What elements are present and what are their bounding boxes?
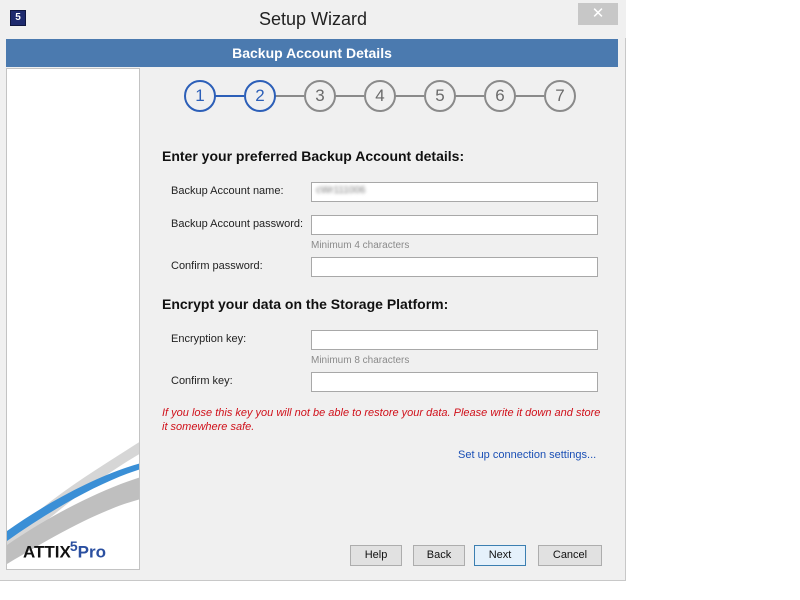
- close-button[interactable]: ✕: [578, 3, 618, 25]
- confirm-key-label: Confirm key:: [171, 375, 233, 387]
- account-name-label: Backup Account name:: [171, 185, 284, 197]
- step-5: 5: [424, 80, 456, 112]
- step-4: 4: [364, 80, 396, 112]
- confirm-key-field[interactable]: [311, 372, 598, 392]
- next-button[interactable]: Next: [474, 545, 526, 566]
- encryption-key-field[interactable]: [311, 330, 598, 350]
- account-password-label: Backup Account password:: [171, 218, 304, 230]
- setup-wizard-window: 5 Setup Wizard ✕ Backup Account Details …: [0, 0, 626, 581]
- step-connector: [214, 95, 244, 97]
- step-1: 1: [184, 80, 216, 112]
- window-title: Setup Wizard: [258, 9, 368, 29]
- key-hint: Minimum 8 characters: [311, 355, 410, 366]
- wizard-content: [141, 68, 618, 570]
- step-connector: [514, 95, 544, 97]
- encryption-warning: If you lose this key you will not be abl…: [162, 407, 601, 433]
- help-button[interactable]: Help: [350, 545, 402, 566]
- password-hint: Minimum 4 characters: [311, 240, 410, 251]
- back-button[interactable]: Back: [413, 545, 465, 566]
- step-connector: [334, 95, 364, 97]
- account-name-value: cWr111006: [316, 185, 366, 196]
- page-header: Backup Account Details: [6, 39, 618, 67]
- encryption-key-label: Encryption key:: [171, 333, 247, 345]
- step-connector: [274, 95, 304, 97]
- step-7: 7: [544, 80, 576, 112]
- attix-logo: ATTIX5Pro: [23, 538, 106, 562]
- confirm-password-field[interactable]: [311, 257, 598, 277]
- swoosh-graphic: [7, 442, 139, 564]
- cancel-button[interactable]: Cancel: [538, 545, 602, 566]
- step-3: 3: [304, 80, 336, 112]
- step-2: 2: [244, 80, 276, 112]
- step-connector: [394, 95, 424, 97]
- step-connector: [454, 95, 484, 97]
- title-bar: 5 Setup Wizard ✕: [0, 0, 626, 38]
- account-section-title: Enter your preferred Backup Account deta…: [162, 148, 465, 164]
- step-6: 6: [484, 80, 516, 112]
- connection-settings-link[interactable]: Set up connection settings...: [458, 449, 596, 461]
- account-name-field[interactable]: cWr111006: [311, 182, 598, 202]
- sidebar-branding: ATTIX5Pro: [6, 68, 140, 570]
- encrypt-section-title: Encrypt your data on the Storage Platfor…: [162, 296, 449, 312]
- confirm-password-label: Confirm password:: [171, 260, 263, 272]
- account-password-field[interactable]: [311, 215, 598, 235]
